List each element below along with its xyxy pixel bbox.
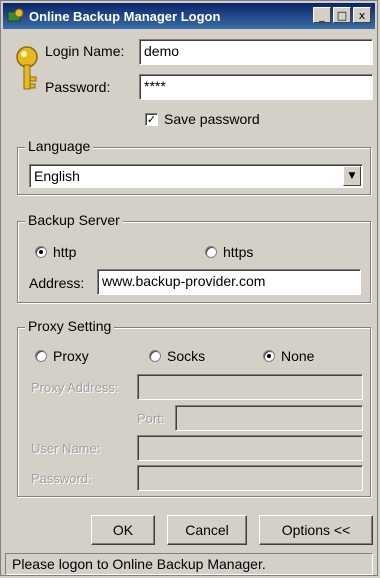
language-group-title: Language bbox=[25, 138, 94, 154]
status-bar: Please logon to Online Backup Manager. bbox=[5, 553, 373, 575]
proxy-label: Proxy bbox=[53, 348, 89, 364]
close-button[interactable]: x bbox=[353, 7, 371, 23]
save-password-checkbox[interactable]: ✓ Save password bbox=[145, 111, 260, 127]
proxy-username-input[interactable] bbox=[137, 435, 363, 461]
app-icon bbox=[7, 8, 24, 22]
proxy-setting-group-title: Proxy Setting bbox=[25, 318, 115, 334]
none-radio-indicator bbox=[263, 350, 275, 362]
options-button[interactable]: Options << bbox=[259, 515, 373, 545]
http-radio[interactable]: http bbox=[35, 244, 76, 260]
login-name-input[interactable]: demo bbox=[139, 39, 373, 65]
http-radio-indicator bbox=[35, 246, 47, 258]
backup-server-group-title: Backup Server bbox=[25, 212, 123, 228]
title-bar[interactable]: Online Backup Manager Logon _ □ x bbox=[3, 3, 375, 29]
proxy-radio-indicator bbox=[35, 350, 47, 362]
socks-radio-indicator bbox=[149, 350, 161, 362]
proxy-address-input[interactable] bbox=[137, 374, 363, 400]
https-radio-indicator bbox=[205, 246, 217, 258]
https-label: https bbox=[223, 244, 254, 260]
socks-radio[interactable]: Socks bbox=[149, 348, 205, 364]
maximize-button[interactable]: □ bbox=[333, 7, 351, 23]
none-label: None bbox=[281, 348, 315, 364]
none-radio[interactable]: None bbox=[263, 348, 314, 364]
window-title: Online Backup Manager Logon bbox=[29, 8, 221, 24]
key-icon bbox=[16, 46, 38, 90]
logon-window: Online Backup Manager Logon _ □ x Login … bbox=[0, 0, 378, 576]
port-input[interactable] bbox=[175, 405, 363, 431]
address-input[interactable]: www.backup-provider.com bbox=[97, 269, 361, 295]
login-name-label: Login Name: bbox=[45, 43, 125, 59]
proxy-password-label: Password: bbox=[31, 471, 92, 486]
port-label: Port: bbox=[137, 411, 165, 426]
http-label: http bbox=[53, 244, 77, 260]
ok-button[interactable]: OK bbox=[91, 515, 155, 545]
proxy-address-label: Proxy Address: bbox=[31, 380, 119, 395]
cancel-button[interactable]: Cancel bbox=[167, 515, 247, 545]
proxy-username-label: User Name: bbox=[31, 441, 101, 456]
https-radio[interactable]: https bbox=[205, 244, 253, 260]
proxy-radio[interactable]: Proxy bbox=[35, 348, 89, 364]
save-password-check-icon: ✓ bbox=[145, 112, 158, 126]
password-label: Password: bbox=[45, 79, 111, 95]
language-select[interactable]: English ▼ bbox=[29, 164, 363, 188]
chevron-down-icon[interactable]: ▼ bbox=[343, 166, 361, 186]
address-label: Address: bbox=[29, 275, 85, 291]
save-password-label: Save password bbox=[164, 111, 260, 127]
minimize-button[interactable]: _ bbox=[313, 7, 331, 23]
password-input[interactable]: **** bbox=[139, 74, 373, 100]
socks-label: Socks bbox=[167, 348, 206, 364]
language-selected-value: English bbox=[34, 168, 80, 184]
proxy-password-input[interactable] bbox=[137, 465, 363, 491]
